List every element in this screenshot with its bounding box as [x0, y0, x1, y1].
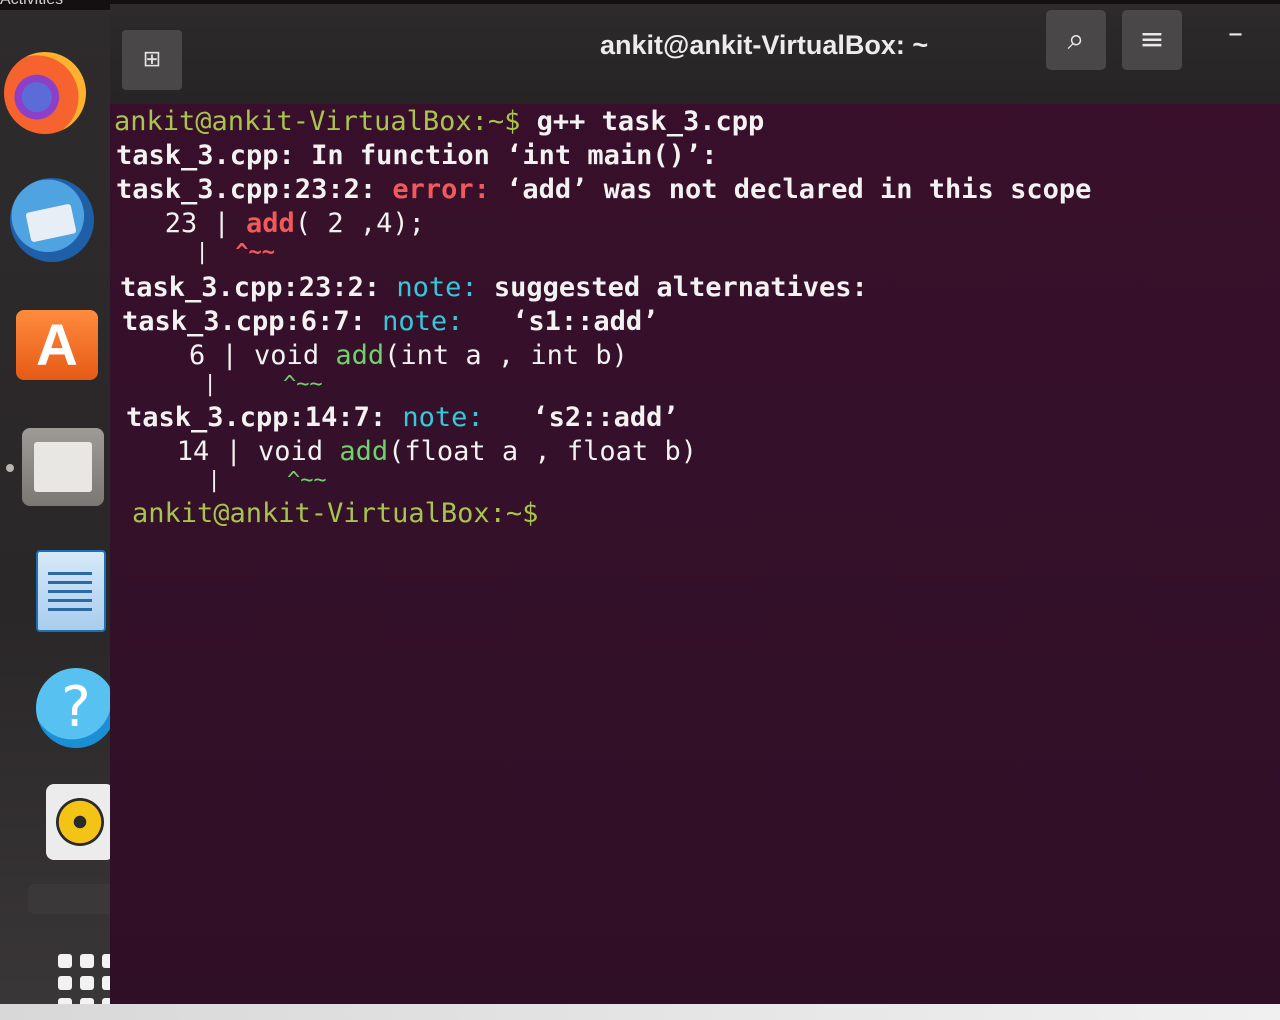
search-icon[interactable]: ⌕ [1046, 10, 1106, 70]
running-indicator [6, 464, 14, 472]
command-text: g++ task_3.cpp [520, 106, 765, 137]
caret-marker: ^~~ [216, 372, 323, 397]
gutter-bar: | [124, 372, 217, 397]
window-title: ankit@ankit-VirtualBox: ~ [600, 30, 929, 60]
caret-line: | ^~~ [128, 468, 327, 493]
error-label: error: [392, 174, 490, 205]
folder-shape [34, 442, 92, 492]
caret-marker: ^~~ [208, 240, 275, 265]
code-line: 23 | add( 2 ,4); [116, 208, 425, 239]
code-text: void [258, 436, 340, 467]
hamburger-menu-icon[interactable]: ≡ [1122, 10, 1182, 70]
terminal-window[interactable]: ⊞ ankit@ankit-VirtualBox: ~ ⌕ ≡ – ankit@… [110, 4, 1280, 1020]
rhythmbox-icon[interactable] [46, 784, 114, 860]
dock: A ? [0, 10, 140, 1020]
note-message: ‘s2::add’ [483, 402, 679, 433]
firefox-icon[interactable] [4, 52, 86, 134]
note-message: ‘s1::add’ [463, 306, 659, 337]
gutter-bar: | [116, 240, 209, 265]
location-text: task_3.cpp:23:2: [116, 174, 393, 205]
gutter-bar: | [128, 468, 221, 493]
files-icon[interactable] [22, 428, 104, 506]
caret-line: | ^~~ [116, 240, 275, 265]
note-line: task_3.cpp:14:7: note: ‘s2::add’ [126, 402, 679, 433]
screen-bottom-edge [0, 1004, 1280, 1020]
new-tab-icon[interactable]: ⊞ [122, 30, 182, 90]
document-lines [48, 572, 92, 612]
libreoffice-writer-icon[interactable] [36, 550, 106, 632]
error-line: task_3.cpp:23:2: error: ‘add’ was not de… [116, 174, 1091, 205]
disc-shape [56, 798, 104, 846]
code-text: ( 2 ,4); [294, 208, 425, 239]
note-line: task_3.cpp:23:2: note: suggested alterna… [120, 272, 868, 303]
line-number: 14 | [128, 436, 259, 467]
note-message: suggested alternatives: [477, 272, 868, 303]
error-message: ‘add’ was not declared in this scope [489, 174, 1092, 205]
note-label: note: [396, 272, 478, 303]
location-text: task_3.cpp:6:7: [122, 306, 383, 337]
caret-marker: ^~~ [220, 468, 327, 493]
prompt: ankit@ankit-VirtualBox:~$ [132, 498, 539, 529]
code-highlight: add [246, 208, 295, 239]
code-text: void [254, 340, 336, 371]
help-icon[interactable]: ? [36, 668, 116, 748]
envelope-shape [25, 203, 77, 243]
software-store-icon[interactable]: A [16, 310, 98, 380]
minimize-icon[interactable]: – [1228, 16, 1243, 51]
code-highlight: add [339, 436, 389, 467]
final-prompt-line: ankit@ankit-VirtualBox:~$ [132, 498, 538, 529]
location-text: task_3.cpp:14:7: [126, 402, 403, 433]
location-text: task_3.cpp:23:2: [120, 272, 397, 303]
terminal-output[interactable]: ankit@ankit-VirtualBox:~$ g++ task_3.cpp… [110, 96, 1280, 996]
command-line: ankit@ankit-VirtualBox:~$ g++ task_3.cpp [114, 106, 764, 137]
output-line: task_3.cpp: In function ‘int main()’: [116, 140, 718, 171]
activities-button[interactable]: Activities [0, 0, 63, 9]
caret-line: | ^~~ [124, 372, 323, 397]
thunderbird-icon[interactable] [10, 178, 94, 262]
note-label: note: [402, 402, 484, 433]
code-text: (int a , int b) [384, 340, 628, 371]
line-number: 6 | [124, 340, 255, 371]
code-highlight: add [335, 340, 385, 371]
code-line: 14 | void add(float a , float b) [128, 436, 697, 467]
code-line: 6 | void add(int a , int b) [124, 340, 628, 371]
note-line: task_3.cpp:6:7: note: ‘s1::add’ [122, 306, 658, 337]
window-header: ⊞ ankit@ankit-VirtualBox: ~ ⌕ ≡ – [110, 4, 1280, 104]
code-text: (float a , float b) [388, 436, 697, 467]
line-number: 23 | [116, 208, 247, 239]
prompt: ankit@ankit-VirtualBox:~$ [114, 106, 521, 137]
note-label: note: [382, 306, 464, 337]
